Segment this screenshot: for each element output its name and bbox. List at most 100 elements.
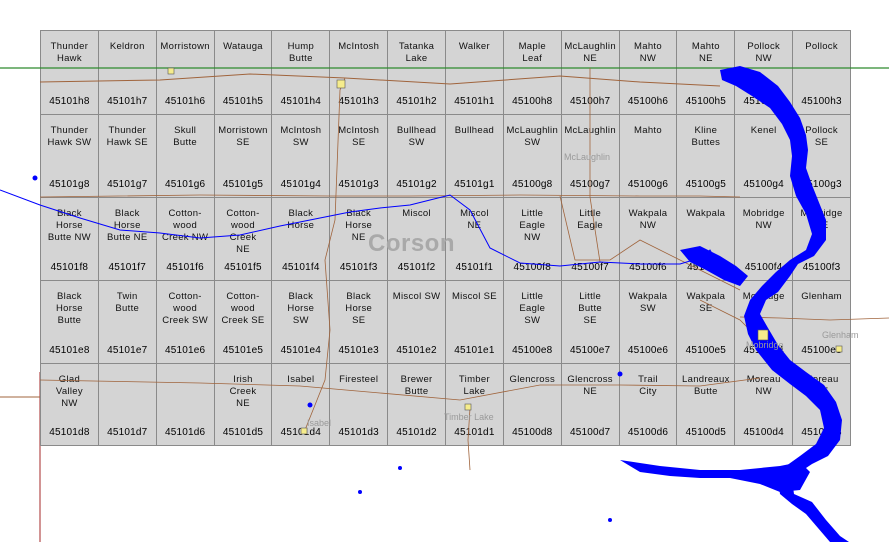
quad-cell-45100d6[interactable]: Trail City 45100d6 (618, 363, 678, 446)
quad-name: Cotton- wood Creek NE (226, 208, 260, 255)
quad-name: Thunder Hawk (50, 41, 89, 64)
quad-cell-45100f8[interactable]: Little Eagle NW 45100f8 (502, 197, 562, 281)
quad-cell-45101h6[interactable]: Morristown 45101h6 (155, 30, 215, 115)
quad-cell-45101h5[interactable]: Watauga 45101h5 (213, 30, 273, 115)
quad-code: 45101f4 (282, 262, 320, 273)
quad-code: 45101f8 (50, 262, 89, 273)
quad-name: Miscol NE (460, 208, 489, 231)
quad-code: 45101e2 (396, 345, 437, 356)
quad-cell-45100e5[interactable]: Wakpala SE 45100e5 (676, 280, 736, 364)
quad-name: Black Horse (287, 208, 315, 231)
quad-code: 45101h7 (107, 96, 148, 107)
quad-code: 45100e8 (512, 345, 553, 356)
quad-name: Black Horse SE (345, 291, 373, 326)
quad-cell-45101f3[interactable]: Black Horse NE 45101f3 (329, 197, 389, 281)
quad-cell-45101e7[interactable]: Twin Butte 45101e7 (97, 280, 157, 364)
quad-cell-45101d4[interactable]: Isabel 45101d4 (271, 363, 331, 446)
quad-cell-45100h3[interactable]: Pollock 45100h3 (792, 30, 851, 115)
quad-cell-45100d4[interactable]: Moreau NW 45100d4 (734, 363, 794, 446)
quad-cell-45101e4[interactable]: Black Horse SW 45101e4 (271, 280, 331, 364)
quad-cell-45100h4[interactable]: Pollock NW 45100h4 (734, 30, 794, 115)
quad-cell-45101d3[interactable]: Firesteel 45101d3 (329, 363, 389, 446)
quad-cell-45100g3[interactable]: Pollock SE 45100g3 (792, 114, 851, 198)
quad-code: 45101f1 (455, 262, 494, 273)
quad-code: 45101g8 (49, 179, 90, 190)
quad-cell-45100g8[interactable]: McLaughlin SW 45100g8 (502, 114, 562, 198)
quad-name: Little Eagle SW (519, 291, 546, 326)
quad-cell-45100f4[interactable]: Mobridge NW 45100f4 (734, 197, 794, 281)
quad-name: Cotton- wood Creek NW (162, 208, 209, 243)
quad-cell-45101h1[interactable]: Walker 45101h1 (445, 30, 504, 115)
quad-code: 45100h3 (801, 96, 842, 107)
quad-cell-45101d1[interactable]: Timber Lake 45101d1 (445, 363, 504, 446)
quad-cell-45100h5[interactable]: Mahto NE 45100h5 (676, 30, 736, 115)
quad-cell-45101g4[interactable]: McIntosh SW 45101g4 (271, 114, 331, 198)
quad-cell-45101f7[interactable]: Black Horse Butte NE 45101f7 (97, 197, 157, 281)
quad-cell-45101e1[interactable]: Miscol SE 45101e1 (445, 280, 504, 364)
quad-cell-45101g3[interactable]: McIntosh SE 45101g3 (329, 114, 389, 198)
quad-name: Watauga (223, 41, 263, 52)
quad-cell-45101e3[interactable]: Black Horse SE 45101e3 (329, 280, 389, 364)
quad-cell-45100f3[interactable]: Mobridge NE 45100f3 (792, 197, 851, 281)
quad-name: Timber Lake (458, 374, 490, 397)
quad-name: Maple Leaf (518, 41, 546, 64)
quad-cell-45101h2[interactable]: Tatanka Lake 45101h2 (387, 30, 446, 115)
quad-cell-45101e2[interactable]: Miscol SW 45101e2 (387, 280, 446, 364)
quad-cell-45100d7[interactable]: Glencross NE 45100d7 (560, 363, 620, 446)
quad-name: Moreau NE (804, 374, 839, 397)
quad-code: 45101g1 (454, 179, 495, 190)
quad-name: Black Horse NE (345, 208, 373, 243)
quad-cell-45101f1[interactable]: Miscol NE 45101f1 (445, 197, 504, 281)
quad-cell-45100d3[interactable]: Moreau NE 45100d3 (792, 363, 851, 446)
quad-cell-45100d8[interactable]: Glencross 45100d8 (502, 363, 562, 446)
quad-cell-45101f6[interactable]: Cotton- wood Creek NW 45101f6 (155, 197, 215, 281)
quad-cell-45101d5[interactable]: Irish Creek NE 45101d5 (213, 363, 273, 446)
quad-cell-45101f8[interactable]: Black Horse Butte NW 45101f8 (40, 197, 99, 281)
quad-cell-45100g6[interactable]: Mahto 45100g6 (618, 114, 678, 198)
quad-cell-45100g4[interactable]: Kenel 45100g4 (734, 114, 794, 198)
quad-cell-45101g8[interactable]: Thunder Hawk SW 45101g8 (40, 114, 99, 198)
quad-name: Mobridge (742, 291, 785, 302)
quad-cell-45101d8[interactable]: Glad Valley NW 45101d8 (40, 363, 99, 446)
quad-cell-45100e8[interactable]: Little Eagle SW 45100e8 (502, 280, 562, 364)
quad-cell-45101d2[interactable]: Brewer Butte 45101d2 (387, 363, 446, 446)
quad-code: 45100f5 (687, 262, 725, 273)
quad-cell-45101h4[interactable]: Hump Butte 45101h4 (271, 30, 331, 115)
quad-cell-45100h8[interactable]: Maple Leaf 45100h8 (502, 30, 562, 115)
quad-cell-45101d7[interactable]: 45101d7 (97, 363, 157, 446)
quad-cell-45101g7[interactable]: Thunder Hawk SE 45101g7 (97, 114, 157, 198)
quad-cell-45101e6[interactable]: Cotton- wood Creek SW 45101e6 (155, 280, 215, 364)
quad-cell-45101d6[interactable]: 45101d6 (155, 363, 215, 446)
quad-cell-45100g7[interactable]: McLaughlin 45100g7 (560, 114, 620, 198)
quad-cell-45101f5[interactable]: Cotton- wood Creek NE 45101f5 (213, 197, 273, 281)
quad-cell-45100e6[interactable]: Wakpala SW 45100e6 (618, 280, 678, 364)
quad-cell-45100f5[interactable]: Wakpala 45100f5 (676, 197, 736, 281)
quad-code: 45100f7 (571, 262, 609, 273)
quad-name: Keldron (109, 41, 145, 52)
quad-code: 45101h6 (164, 96, 206, 107)
quad-cell-45100g5[interactable]: Kline Buttes 45100g5 (676, 114, 736, 198)
quad-cell-45101f4[interactable]: Black Horse 45101f4 (271, 197, 331, 281)
quad-cell-45100h7[interactable]: McLaughlin NE 45100h7 (560, 30, 620, 115)
quad-cell-45100h6[interactable]: Mahto NW 45100h6 (618, 30, 678, 115)
quad-name: Tatanka Lake (398, 41, 435, 64)
quad-cell-45100e7[interactable]: Little Butte SE 45100e7 (560, 280, 620, 364)
quad-cell-45100f6[interactable]: Wakpala NW 45100f6 (618, 197, 678, 281)
quad-code: 45100g7 (569, 179, 611, 190)
quad-cell-45101f2[interactable]: Miscol 45101f2 (387, 197, 446, 281)
quad-cell-45101g2[interactable]: Bullhead SW 45101g2 (387, 114, 446, 198)
quad-cell-45101g6[interactable]: Skull Butte 45101g6 (155, 114, 215, 198)
quad-cell-45101g1[interactable]: Bullhead 45101g1 (445, 114, 504, 198)
quad-cell-45101h8[interactable]: Thunder Hawk 45101h8 (40, 30, 99, 115)
quad-cell-45100e4[interactable]: Mobridge 45100e4 (734, 280, 794, 364)
quad-name: Glencross (509, 374, 555, 385)
quad-cell-45100e3[interactable]: Glenham 45100e3 (792, 280, 851, 364)
quad-cell-45100d5[interactable]: Landreaux Butte 45100d5 (676, 363, 736, 446)
quad-cell-45101e5[interactable]: Cotton- wood Creek SE 45101e5 (213, 280, 273, 364)
quad-cell-45100f7[interactable]: Little Eagle 45100f7 (560, 197, 620, 281)
quad-cell-45101g5[interactable]: Morristown SE 45101g5 (213, 114, 273, 198)
quad-cell-45101e8[interactable]: Black Horse Butte 45101e8 (40, 280, 99, 364)
quad-name: Wakpala SW (628, 291, 668, 314)
quad-cell-45101h3[interactable]: McIntosh 45101h3 (329, 30, 389, 115)
quad-cell-45101h7[interactable]: Keldron 45101h7 (97, 30, 157, 115)
